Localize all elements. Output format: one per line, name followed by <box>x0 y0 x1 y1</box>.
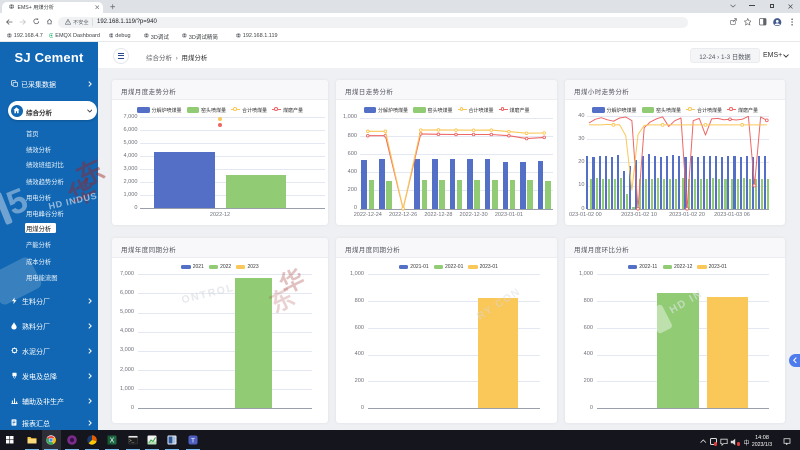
svg-text:>_: >_ <box>129 438 135 443</box>
svg-text:T: T <box>191 437 195 444</box>
svg-text:X: X <box>110 438 115 445</box>
